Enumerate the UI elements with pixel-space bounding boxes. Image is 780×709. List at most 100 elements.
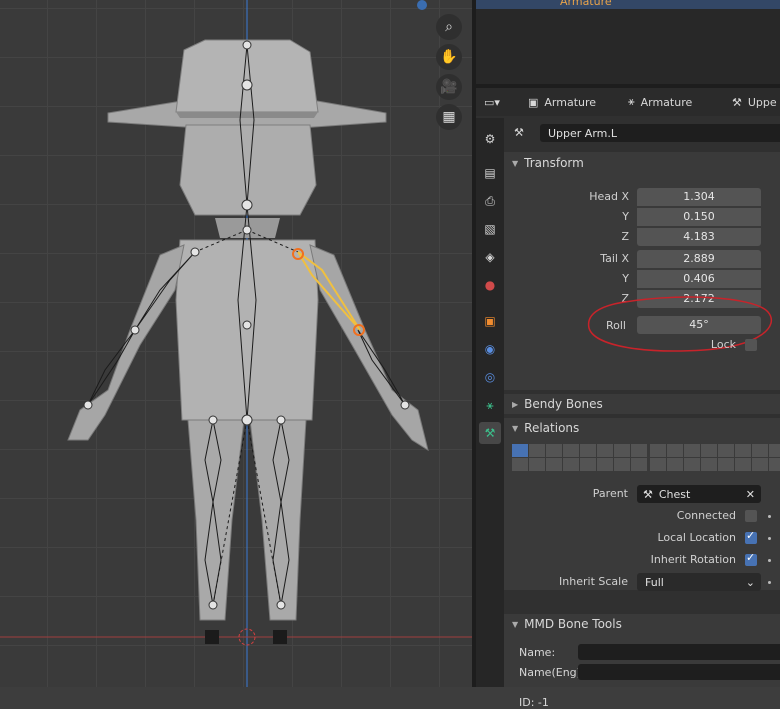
breadcrumb-armature-data[interactable]: ⚹ Armature <box>628 94 692 110</box>
tail-x-label: Tail X <box>600 252 629 265</box>
tab-view-layer[interactable]: ▧ <box>479 218 501 240</box>
breadcrumb-bone-label: Uppe <box>747 95 777 109</box>
bone-name-field[interactable]: Upper Arm.L <box>540 124 780 142</box>
armature-icon: ⚹ <box>628 95 635 108</box>
bone-icon: ⚒ <box>643 487 653 501</box>
tab-tool[interactable]: ⚙ <box>479 128 501 150</box>
tab-scene[interactable]: ◈ <box>479 246 501 268</box>
editor-type-dropdown[interactable]: ▭▾ <box>484 94 500 110</box>
transform-panel-header[interactable]: ▼ Transform <box>512 156 584 170</box>
output-icon: ⎙ <box>485 193 495 208</box>
torso <box>175 239 319 421</box>
local-location-label: Local Location <box>657 531 736 544</box>
mmd-bone-tools-header[interactable]: ▼ MMD Bone Tools <box>512 617 622 631</box>
inherit-scale-label: Inherit Scale <box>559 575 628 588</box>
inherit-rotation-checkbox[interactable] <box>745 551 757 566</box>
lock-checkbox[interactable] <box>745 339 757 351</box>
grid-icon[interactable]: ▦ <box>436 104 462 130</box>
scene-icon: ◈ <box>485 250 495 264</box>
bone-icon: ⚒ <box>732 95 742 109</box>
connected-checkbox[interactable] <box>745 510 757 522</box>
arm-left-side <box>309 244 429 452</box>
tab-armature-data[interactable]: ⚹ <box>479 394 501 416</box>
clear-icon[interactable]: ✕ <box>746 488 755 501</box>
zoom-icon[interactable]: ⌕ <box>436 14 462 40</box>
tab-modifiers[interactable]: ◉ <box>479 338 501 360</box>
breadcrumb-object-label: Armature <box>544 95 597 109</box>
tab-physics[interactable]: ◎ <box>479 366 501 388</box>
transform-panel: ▼ Transform Head X 1.304 Y 0.150 Z 4.183 … <box>504 152 780 390</box>
tool-icon: ⚙ <box>484 132 496 146</box>
head-x-label: Head X <box>589 190 629 203</box>
mmd-name-input[interactable] <box>578 644 780 660</box>
bendy-bones-panel: ▶ Bendy Bones <box>504 394 780 414</box>
bone-properties: ⚒ Upper Arm.L ▼ Transform Head X 1.304 Y … <box>504 118 780 709</box>
breadcrumb-data-label: Armature <box>640 95 693 109</box>
lock-label: Lock <box>710 338 736 351</box>
relations-header[interactable]: ▼ Relations <box>512 421 579 435</box>
connected-label: Connected <box>676 509 736 522</box>
mmd-title: MMD Bone Tools <box>524 617 622 631</box>
tail-x-field[interactable]: 2.889 <box>637 250 761 268</box>
outliner[interactable]: Armature <box>476 0 780 88</box>
head-z-field[interactable]: 4.183 <box>637 228 761 246</box>
bone-layers-left[interactable] <box>512 444 647 471</box>
bendy-bones-title: Bendy Bones <box>524 397 603 411</box>
expand-arrow-icon: ▼ <box>512 619 519 629</box>
inherit-scale-dropdown[interactable]: Full ⌄ <box>637 573 761 591</box>
character-model <box>0 0 472 687</box>
tail-y-field[interactable]: 0.406 <box>637 270 761 288</box>
properties-tabs: ⚙ ▤ ⎙ ▧ ◈ ● ▣ ◉ ◎ ⚹ ⚒ <box>476 118 504 687</box>
modifiers-icon: ◉ <box>484 342 496 356</box>
outliner-row-armature[interactable] <box>476 0 780 9</box>
expand-arrow-icon: ▼ <box>512 423 519 433</box>
parent-field[interactable]: ⚒ Chest ✕ <box>637 485 761 503</box>
mmd-id-label: ID: -1 <box>519 696 549 709</box>
outliner-armature-label: Armature <box>560 0 612 8</box>
collapsed-arrow-icon: ▶ <box>512 399 519 409</box>
object-icon: ▣ <box>528 95 539 109</box>
bone-layers-right[interactable] <box>650 444 780 471</box>
mmd-name-eng-input[interactable] <box>578 664 780 680</box>
hat-crown <box>175 39 319 113</box>
properties-editor: ▭▾ ▣ Armature ⚹ Armature ⚒ Uppe ⚙ ▤ ⎙ ▧ ◈ ●… <box>476 88 780 709</box>
bendy-bones-header[interactable]: ▶ Bendy Bones <box>512 397 603 411</box>
head-y-label: Y <box>622 210 629 223</box>
tab-output[interactable]: ⎙ <box>479 190 501 212</box>
armature-data-icon: ⚹ <box>486 397 494 412</box>
tab-bone[interactable]: ⚒ <box>479 422 501 444</box>
expand-arrow-icon: ▼ <box>512 158 519 168</box>
parent-value: Chest <box>658 487 691 501</box>
tab-world[interactable]: ● <box>479 274 501 296</box>
object-props-icon: ▣ <box>484 314 496 328</box>
render-icon: ▤ <box>484 166 496 180</box>
relations-title: Relations <box>524 421 580 435</box>
local-location-checkbox[interactable] <box>745 529 757 544</box>
inherit-rotation-label: Inherit Rotation <box>650 553 736 566</box>
properties-header: ▭▾ ▣ Armature ⚹ Armature ⚒ Uppe <box>476 88 780 116</box>
view-layer-icon: ▧ <box>484 222 496 236</box>
chevron-down-icon: ⌄ <box>745 575 755 589</box>
camera-icon[interactable]: 🎥 <box>436 74 462 100</box>
world-icon: ● <box>484 278 496 292</box>
tab-render[interactable]: ▤ <box>479 162 501 184</box>
breadcrumb-object[interactable]: ▣ Armature <box>528 94 596 110</box>
head-z-label: Z <box>621 230 629 243</box>
tab-object[interactable]: ▣ <box>479 310 501 332</box>
bone-name-icon: ⚒ <box>514 126 524 139</box>
mmd-name-label: Name: <box>519 646 556 659</box>
tail-y-label: Y <box>622 272 629 285</box>
gizmo-z-axis-icon[interactable] <box>417 0 427 10</box>
head-y-field[interactable]: 0.150 <box>637 208 761 226</box>
mmd-bone-tools-panel: ▼ MMD Bone Tools Name: Name(Eng): <box>504 614 780 687</box>
editor-type-icon: ▭▾ <box>484 95 500 109</box>
relations-panel: ▼ Relations Parent ⚒ Chest ✕ Connected Lo… <box>504 418 780 591</box>
3d-viewport[interactable]: ⌕ ✋ 🎥 ▦ <box>0 0 472 687</box>
breadcrumb-bone[interactable]: ⚒ Uppe <box>732 94 777 110</box>
bone-tab-icon: ⚒ <box>484 426 496 440</box>
hand-icon[interactable]: ✋ <box>436 44 462 70</box>
inherit-scale-value: Full <box>645 575 664 589</box>
mmd-name-eng-label: Name(Eng): <box>519 666 585 679</box>
parent-label: Parent <box>592 487 628 500</box>
head-x-field[interactable]: 1.304 <box>637 188 761 206</box>
